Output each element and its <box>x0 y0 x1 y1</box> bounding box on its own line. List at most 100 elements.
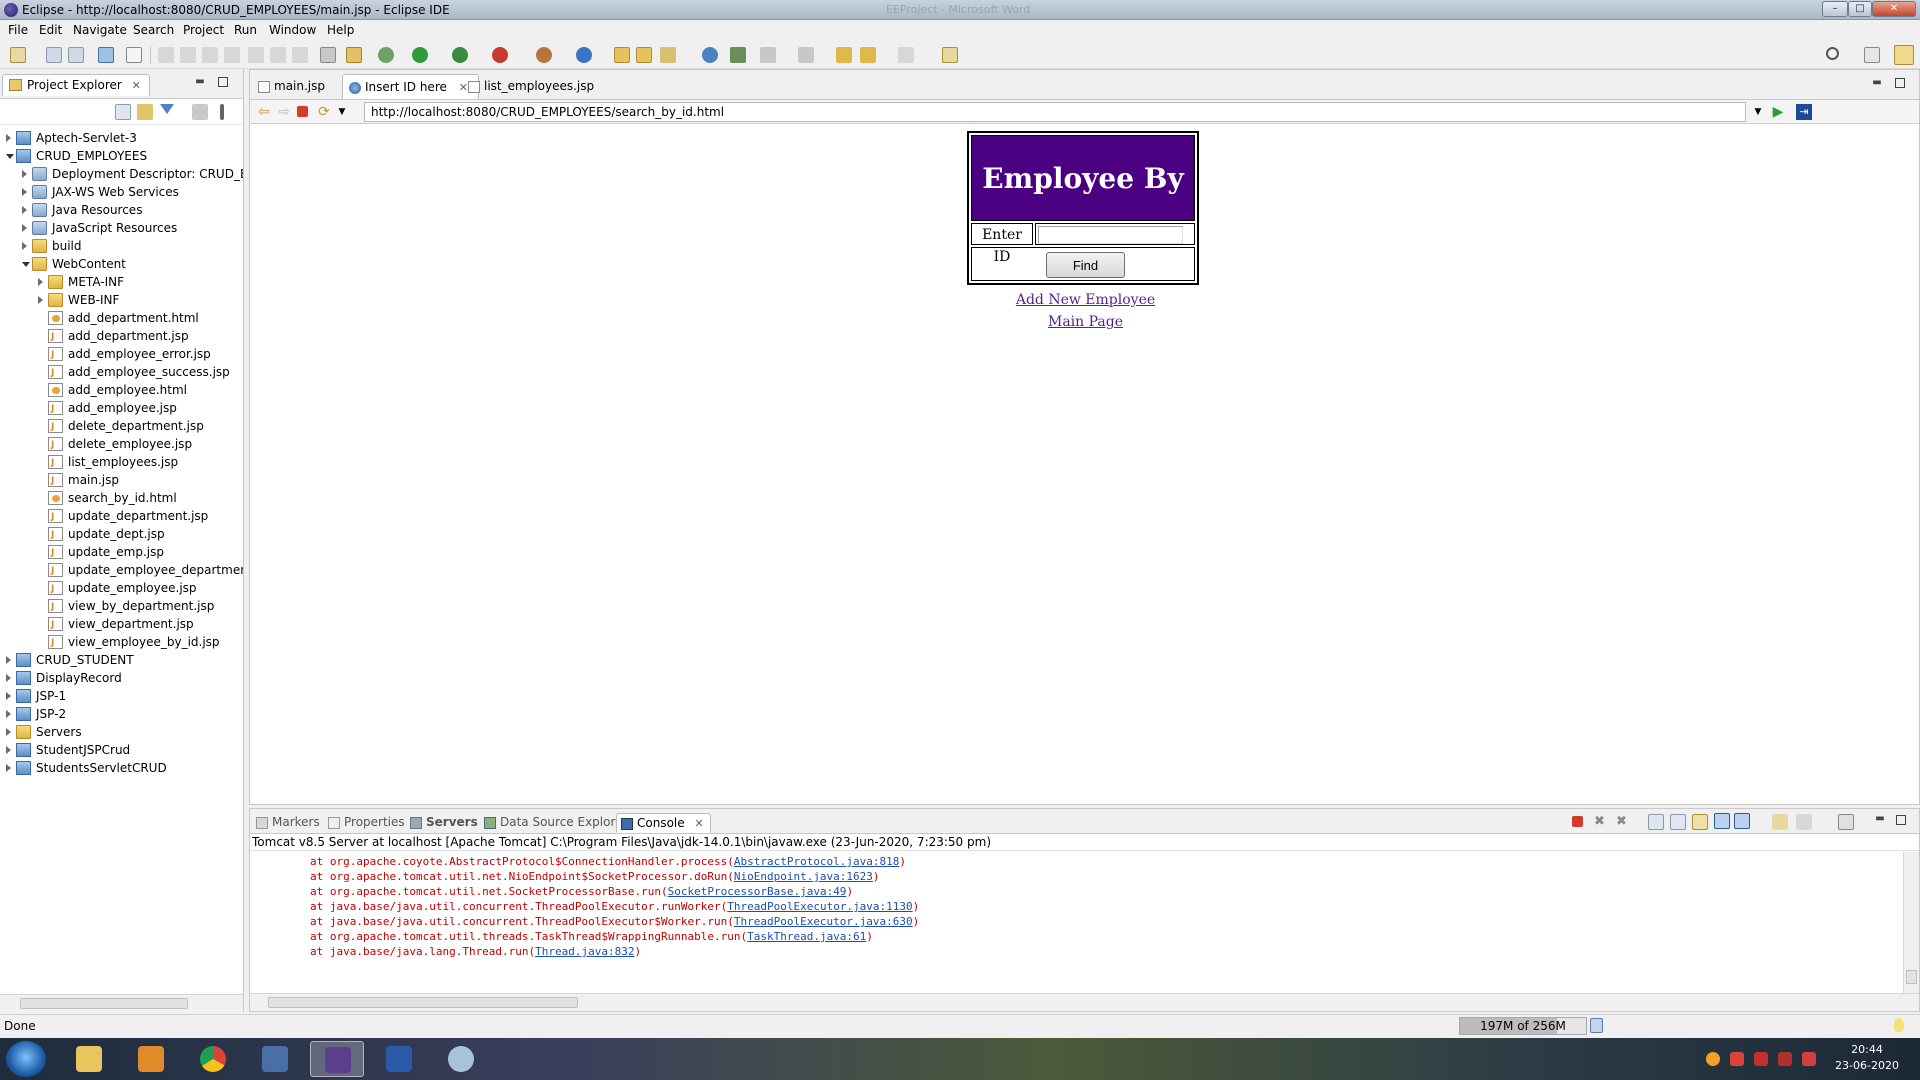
menu-run[interactable]: Run <box>234 23 257 37</box>
menu-navigate[interactable]: Navigate <box>73 23 127 37</box>
collapse-all-icon[interactable] <box>115 104 131 120</box>
back-arrow-icon[interactable]: ⇦ <box>256 104 272 120</box>
minimize-window-button[interactable]: – <box>1822 1 1848 17</box>
go-icon[interactable]: ▶ <box>1770 104 1786 120</box>
previous-annotation-icon[interactable] <box>798 47 814 63</box>
show-stdout-icon[interactable] <box>1714 813 1730 829</box>
trash-icon[interactable] <box>1590 1018 1603 1033</box>
main-page-link[interactable]: Main Page <box>250 314 1920 330</box>
start-button[interactable] <box>6 1041 46 1077</box>
new-server-icon[interactable] <box>536 47 552 63</box>
chevron-right-icon[interactable] <box>38 278 43 286</box>
stack-frame-link[interactable]: TaskThread.java:61 <box>747 930 866 943</box>
minimize-console-icon[interactable]: ▬ <box>1874 814 1886 824</box>
taskbar-paint[interactable] <box>434 1041 488 1077</box>
url-dropdown-icon[interactable]: ▼ <box>1750 104 1766 120</box>
maximize-editor-icon[interactable] <box>1895 78 1905 88</box>
focus-task-icon[interactable] <box>192 104 208 120</box>
chevron-right-icon[interactable] <box>22 188 27 196</box>
maximize-view-icon[interactable] <box>218 77 228 87</box>
menu-window[interactable]: Window <box>269 23 316 37</box>
chevron-right-icon[interactable] <box>6 764 11 772</box>
menu-project[interactable]: Project <box>183 23 224 37</box>
coverage-icon[interactable] <box>452 47 468 63</box>
menu-help[interactable]: Help <box>327 23 354 37</box>
close-icon[interactable]: ✕ <box>694 817 703 830</box>
remove-launch-icon[interactable]: ✖ <box>1594 814 1610 830</box>
chevron-right-icon[interactable] <box>6 134 11 142</box>
tab-console[interactable]: Console ✕ <box>616 813 711 833</box>
last-edit-location-icon[interactable] <box>836 47 852 63</box>
volume-muted-icon[interactable] <box>1778 1052 1792 1066</box>
clear-console-icon[interactable] <box>1648 814 1664 830</box>
pin-editor-icon[interactable] <box>942 47 958 63</box>
open-web-browser-icon[interactable] <box>702 47 718 63</box>
annotation-icon[interactable] <box>730 47 746 63</box>
suspend-icon[interactable] <box>180 47 196 63</box>
terminate-icon[interactable] <box>202 47 218 63</box>
link-with-editor-icon[interactable] <box>137 104 153 120</box>
tab-list-employees-jsp[interactable]: list_employees.jsp <box>462 74 604 99</box>
close-icon[interactable]: ✕ <box>132 79 141 92</box>
scrollbar-thumb[interactable] <box>268 997 578 1008</box>
taskbar-mysql-workbench[interactable] <box>248 1041 302 1077</box>
taskbar-word[interactable] <box>372 1041 426 1077</box>
tab-properties[interactable]: Properties <box>324 813 411 833</box>
next-annotation-icon[interactable] <box>760 47 776 63</box>
chevron-right-icon[interactable] <box>6 674 11 682</box>
tab-markers[interactable]: Markers <box>252 813 326 833</box>
chevron-down-icon[interactable]: ▼ <box>334 104 350 120</box>
tab-servers[interactable]: Servers <box>406 813 484 833</box>
tab-project-explorer[interactable]: Project Explorer ✕ <box>2 74 150 96</box>
display-console-icon[interactable] <box>1796 814 1812 830</box>
java-ee-perspective-icon[interactable] <box>1894 45 1914 65</box>
stack-frame-link[interactable]: NioEndpoint.java:1623 <box>734 870 873 883</box>
word-wrap-icon[interactable] <box>1692 814 1708 830</box>
stack-frame-link[interactable]: Thread.java:832 <box>535 945 634 958</box>
search-toolbar-icon[interactable] <box>660 47 676 63</box>
menu-search[interactable]: Search <box>133 23 174 37</box>
chevron-right-icon[interactable] <box>38 296 43 304</box>
stack-frame-link[interactable]: SocketProcessorBase.java:49 <box>668 885 847 898</box>
view-menu-icon[interactable] <box>220 104 224 120</box>
pin-console-icon[interactable] <box>1772 814 1788 830</box>
stack-frame-link[interactable]: AbstractProtocol.java:818 <box>734 855 900 868</box>
step-into-icon[interactable] <box>248 47 264 63</box>
maximize-window-button[interactable]: □ <box>1848 1 1872 17</box>
scroll-lock-icon[interactable] <box>1670 814 1686 830</box>
tray-security-icon[interactable] <box>1730 1052 1744 1066</box>
open-task-icon[interactable] <box>636 47 652 63</box>
taskbar-eclipse[interactable] <box>310 1041 364 1077</box>
action-center-icon[interactable] <box>1802 1052 1816 1066</box>
open-type-icon[interactable] <box>614 47 630 63</box>
add-new-employee-link[interactable]: Add New Employee <box>250 292 1920 308</box>
back-icon[interactable] <box>860 47 876 63</box>
chevron-right-icon[interactable] <box>6 728 11 736</box>
save-all-icon[interactable] <box>68 47 84 63</box>
stack-frame-link[interactable]: ThreadPoolExecutor.java:1130 <box>727 900 912 913</box>
step-return-icon[interactable] <box>292 47 308 63</box>
remove-all-terminated-icon[interactable]: ✖ <box>1616 814 1632 830</box>
scrollbar-thumb[interactable] <box>1906 970 1917 984</box>
terminal-icon[interactable] <box>98 47 114 63</box>
stack-frame-link[interactable]: ThreadPoolExecutor.java:630 <box>734 915 913 928</box>
chevron-right-icon[interactable] <box>22 170 27 178</box>
search-icon[interactable] <box>1826 47 1839 60</box>
refresh-icon[interactable]: ⟳ <box>316 104 332 120</box>
network-icon[interactable] <box>1754 1052 1768 1066</box>
tab-data-source-explorer[interactable]: Data Source Explorer <box>480 813 633 833</box>
open-console-icon[interactable] <box>1838 814 1854 830</box>
forward-arrow-icon[interactable]: ⇨ <box>276 104 292 120</box>
forward-icon[interactable] <box>898 47 914 63</box>
chevron-right-icon[interactable] <box>6 746 11 754</box>
chevron-down-icon[interactable] <box>6 154 14 159</box>
chevron-right-icon[interactable] <box>6 692 11 700</box>
run-icon[interactable] <box>412 47 428 63</box>
external-tools-icon[interactable] <box>492 47 508 63</box>
chevron-down-icon[interactable] <box>22 262 30 267</box>
chevron-right-icon[interactable] <box>22 224 27 232</box>
new-java-class-icon[interactable] <box>576 47 592 63</box>
id-input[interactable] <box>1038 226 1183 244</box>
skip-breakpoints-icon[interactable] <box>126 47 142 63</box>
minimize-view-icon[interactable]: ▬ <box>194 77 206 87</box>
